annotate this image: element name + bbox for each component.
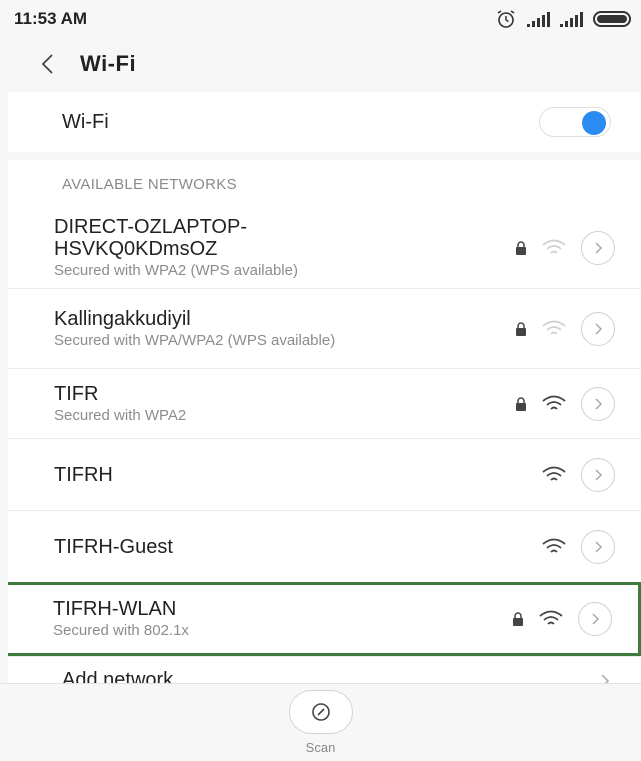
lock-icon [516,321,526,336]
network-security: Secured with 802.1x [53,622,189,639]
network-security: Secured with WPA/WPA2 (WPS available) [54,331,336,349]
signal-icon [560,11,583,27]
wifi-signal-icon [539,610,563,625]
add-network-label: Add network [62,669,174,683]
toggle-knob [582,111,606,135]
lock-icon [513,612,523,626]
wifi-signal-icon [542,395,566,410]
network-row[interactable]: Kallingakkudiyil Secured with WPA/WPA2 (… [8,288,641,368]
chevron-right-icon [592,613,600,625]
network-details-button[interactable] [581,386,615,421]
network-row[interactable]: TIFR Secured with WPA2 [8,368,641,438]
section-header: AVAILABLE NETWORKS [62,175,237,193]
wifi-signal-icon [542,320,566,335]
page-title: Wi-Fi [80,51,137,76]
wifi-signal-icon [542,538,566,553]
chevron-right-icon [601,673,610,683]
title-bar: Wi-Fi [0,38,641,90]
network-security: Secured with WPA2 (WPS available) [54,262,298,279]
status-time: 11:53 AM [14,9,88,28]
network-details-button[interactable] [581,529,615,564]
chevron-right-icon [595,468,603,481]
chevron-right-icon [595,540,603,553]
network-name: TIFRH-Guest [54,535,173,558]
wifi-signal-icon [542,466,566,481]
chevron-right-icon [595,397,603,410]
available-networks-list: AVAILABLE NETWORKS DIRECT-OZLAPTOP-HSVKQ… [8,160,641,683]
chevron-right-icon [595,322,603,335]
network-details-button[interactable] [581,311,615,346]
network-row[interactable]: TIFRH [8,438,641,510]
scan-label: Scan [305,740,336,755]
lock-icon [516,241,526,255]
network-name: Kallingakkudiyil [54,307,191,330]
network-row[interactable]: TIFRH-Guest [8,510,641,582]
network-security: Secured with WPA2 [54,406,187,424]
wifi-signal-icon [542,239,566,254]
network-name: DIRECT-OZLAPTOP-HSVKQ0KDmsOZ [54,216,247,260]
scan-button[interactable] [288,690,353,734]
network-name: TIFR [54,382,99,405]
wifi-toggle-switch[interactable] [539,107,611,137]
scan-gauge-icon [311,703,330,721]
battery-icon [593,11,631,27]
network-row-highlighted[interactable]: TIFRH-WLAN Secured with 802.1x [8,582,641,656]
scan-bar: Scan [0,683,641,761]
network-name: TIFRH-WLAN [53,598,177,620]
network-details-button[interactable] [578,602,612,636]
alarm-icon [497,10,515,28]
wifi-toggle-label: Wi-Fi [62,110,109,133]
network-name: TIFRH [54,463,113,486]
lock-icon [516,396,526,411]
chevron-right-icon [595,242,603,254]
network-details-button[interactable] [581,457,615,492]
network-details-button[interactable] [581,231,615,265]
status-icons [495,9,631,29]
chevron-left-icon[interactable] [38,52,58,76]
status-bar: 11:53 AM [0,0,641,38]
signal-icon [527,11,550,27]
add-network-row[interactable]: Add network [8,656,641,683]
network-row[interactable]: DIRECT-OZLAPTOP-HSVKQ0KDmsOZ Secured wit… [8,208,641,288]
wifi-toggle-row: Wi-Fi [8,92,641,152]
